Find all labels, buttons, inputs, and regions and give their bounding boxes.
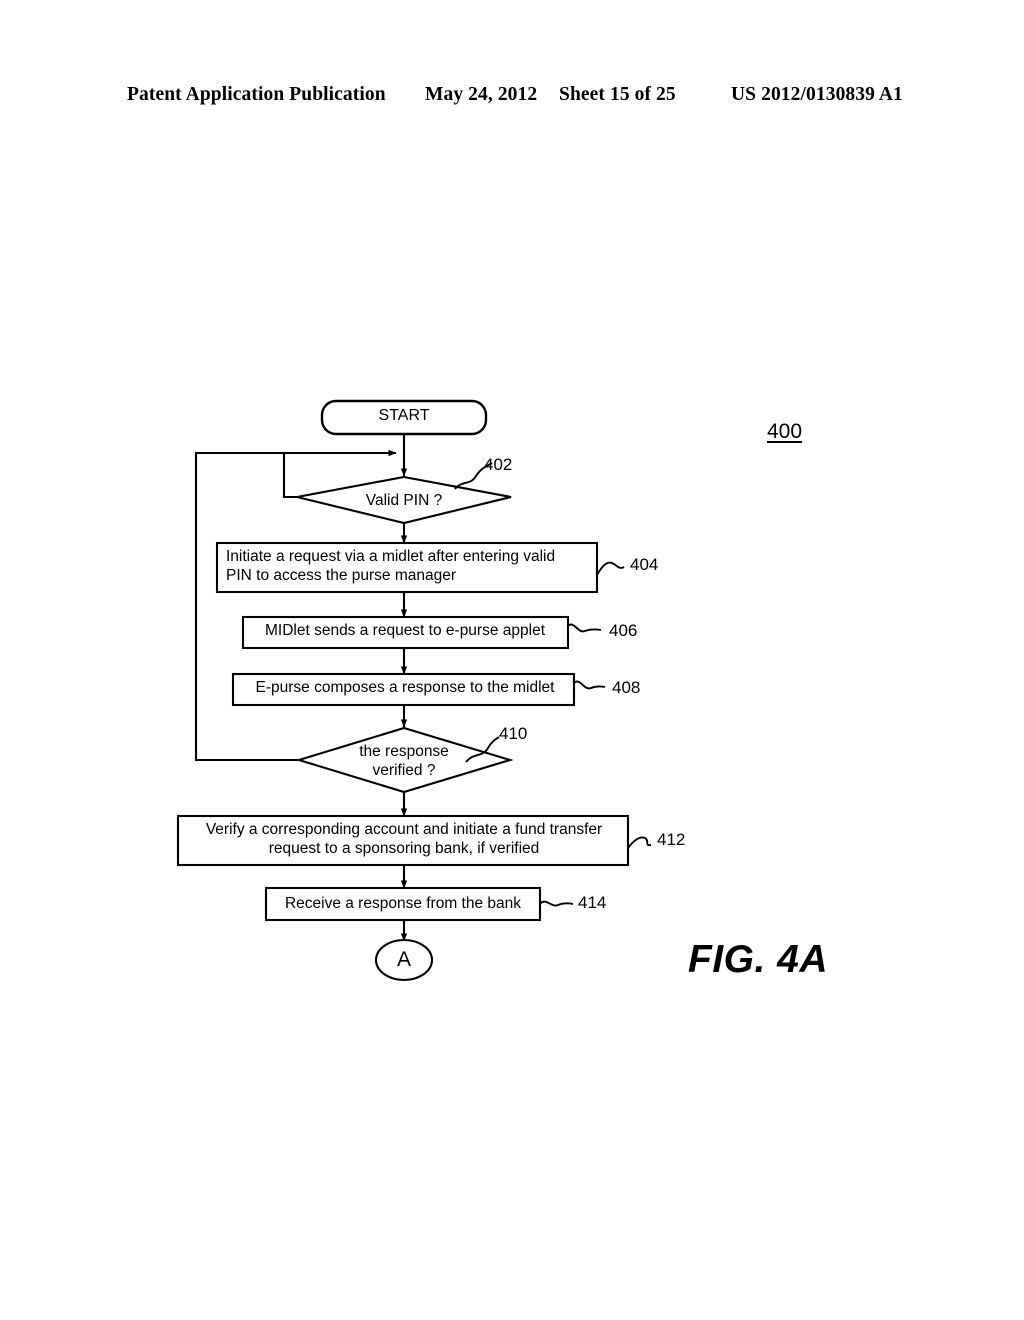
node-404-label: Initiate a request via a midlet after en… [226,548,556,584]
node-402-label: Valid PIN ? [365,492,443,509]
reference-numeral-406: 406 [609,621,638,640]
node-406-label: MIDlet sends a request to e-purse applet [264,622,545,639]
node-414-label: Receive a response from the bank [284,895,522,912]
figure-4a-flowchart: START Valid PIN ? Initiate a request via… [0,0,1024,1320]
reference-numeral-412: 412 [657,830,686,849]
figure-reference-numeral-400: 400 [767,420,803,443]
leader-line-404 [596,561,625,576]
node-410-label: the response verified ? [359,743,449,779]
node-start-label: START [378,407,430,424]
leader-line-414 [539,900,574,907]
node-412-label: Verify a corresponding account and initi… [205,821,603,857]
node-connector-a-label: A [396,948,411,971]
leader-line-408 [573,680,606,690]
flowchart-vector-graphics [176,399,652,982]
figure-caption: FIG. 4A [688,938,829,981]
reference-numeral-402: 402 [484,455,513,474]
node-408-label: E-purse composes a response to the midle… [255,679,555,696]
reference-numeral-414: 414 [578,893,607,912]
reference-numeral-408: 408 [612,678,641,697]
leader-line-412 [627,836,652,849]
reference-numeral-410: 410 [499,724,528,743]
reference-numeral-404: 404 [630,555,659,574]
leader-line-406 [567,623,602,633]
